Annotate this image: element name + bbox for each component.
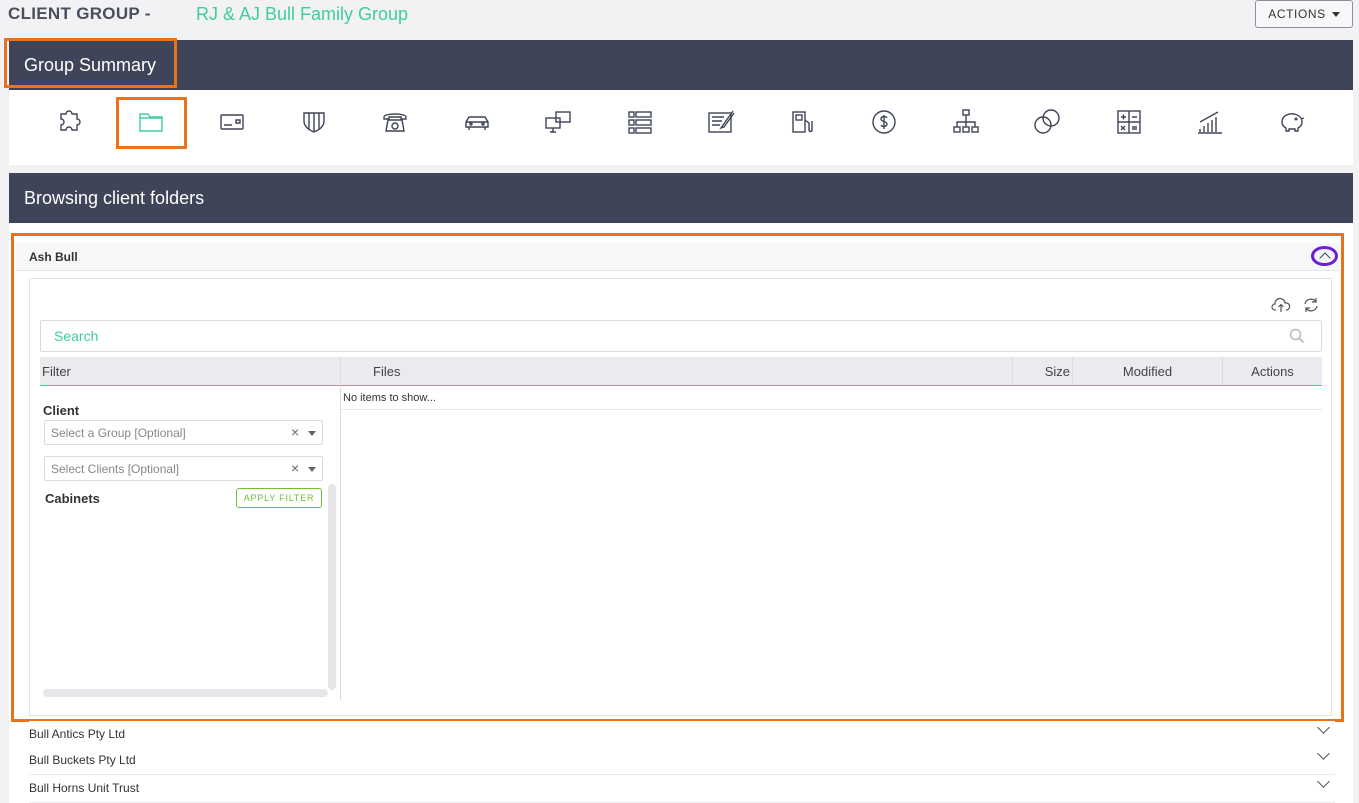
car-icon[interactable] bbox=[461, 106, 493, 138]
shield-icon[interactable] bbox=[298, 106, 330, 138]
growth-chart-icon[interactable] bbox=[1194, 106, 1226, 138]
client-row-bull-buckets[interactable]: Bull Buckets Pty Ltd bbox=[29, 747, 1335, 775]
group-summary-highlight bbox=[4, 38, 177, 88]
group-summary-header: Group Summary bbox=[9, 40, 1353, 90]
client-row-bull-antics[interactable]: Bull Antics Pty Ltd bbox=[29, 721, 1335, 749]
piggy-bank-icon[interactable] bbox=[1276, 106, 1308, 138]
id-card-icon[interactable] bbox=[216, 106, 248, 138]
chevron-down-icon[interactable] bbox=[1317, 775, 1330, 788]
client-row-label: Bull Horns Unit Trust bbox=[29, 781, 140, 795]
client-row-label: Bull Antics Pty Ltd bbox=[29, 727, 126, 741]
browsing-folders-title: Browsing client folders bbox=[24, 187, 205, 208]
monitor-transfer-icon[interactable] bbox=[542, 106, 574, 138]
calculator-icon[interactable] bbox=[1113, 106, 1145, 138]
folder-icon-highlight bbox=[116, 97, 187, 149]
client-group-name[interactable]: RJ & AJ Bull Family Group bbox=[196, 4, 408, 25]
dollar-icon[interactable] bbox=[868, 106, 900, 138]
phone-icon[interactable] bbox=[379, 106, 411, 138]
org-chart-icon[interactable] bbox=[950, 106, 982, 138]
summary-icon-bar bbox=[9, 90, 1353, 165]
list-icon[interactable] bbox=[624, 106, 656, 138]
client-row-label: Bull Buckets Pty Ltd bbox=[29, 753, 136, 767]
coins-icon[interactable] bbox=[1031, 106, 1063, 138]
actions-button[interactable]: ACTIONS bbox=[1255, 0, 1353, 28]
actions-button-label: ACTIONS bbox=[1268, 7, 1326, 21]
ash-bull-highlight bbox=[11, 233, 1344, 722]
caret-down-icon bbox=[1331, 11, 1340, 17]
certificate-icon[interactable] bbox=[705, 106, 737, 138]
client-row-bull-horns[interactable]: Bull Horns Unit Trust bbox=[29, 775, 1335, 803]
chevron-down-icon[interactable] bbox=[1317, 747, 1330, 760]
client-group-label: CLIENT GROUP - bbox=[8, 4, 151, 23]
fuel-pump-icon[interactable] bbox=[787, 106, 819, 138]
puzzle-icon[interactable] bbox=[53, 106, 85, 138]
chevron-down-icon[interactable] bbox=[1317, 721, 1330, 734]
browsing-folders-header: Browsing client folders bbox=[9, 173, 1353, 223]
